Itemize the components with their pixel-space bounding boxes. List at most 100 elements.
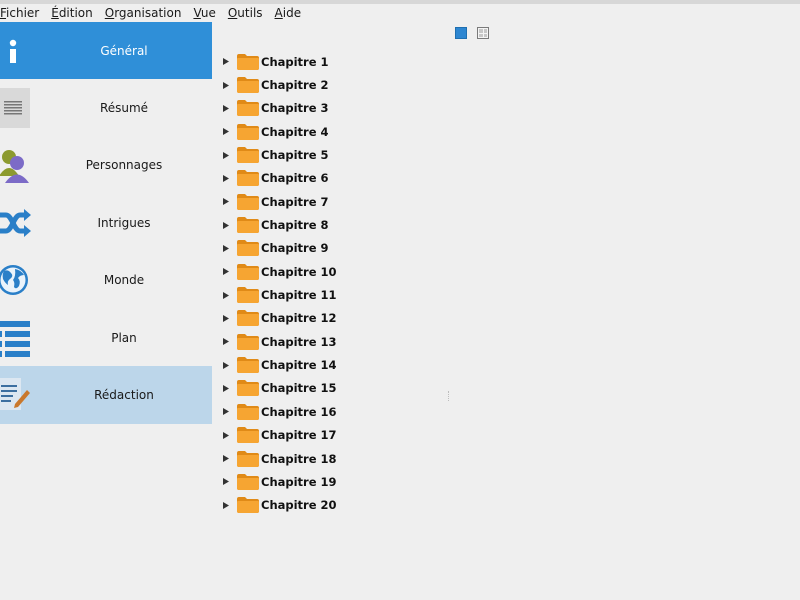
tree-row-chapter[interactable]: Chapitre 6 (218, 167, 778, 190)
chapter-label: Chapitre 20 (261, 498, 337, 513)
menu-label-rest: dition (58, 6, 93, 20)
tree-row-chapter[interactable]: Chapitre 17 (218, 424, 778, 447)
tree-row-chapter[interactable]: Chapitre 12 (218, 307, 778, 330)
expand-arrow-icon[interactable] (218, 124, 234, 140)
chapter-label: Chapitre 17 (261, 428, 337, 443)
expand-arrow-icon[interactable] (218, 194, 234, 210)
menu-vue[interactable]: Vue (187, 6, 221, 20)
expand-arrow-icon[interactable] (218, 357, 234, 373)
view-toggle-group (455, 27, 489, 39)
chapter-label: Chapitre 5 (261, 148, 329, 163)
expand-arrow-icon[interactable] (218, 310, 234, 326)
tree-row-chapter[interactable]: Chapitre 8 (218, 213, 778, 236)
info-icon (0, 31, 32, 71)
tree-row-chapter[interactable]: Chapitre 19 (218, 470, 778, 493)
chapter-label: Chapitre 12 (261, 311, 337, 326)
sidebar-item-resume[interactable]: Résumé (0, 79, 212, 136)
sidebar-item-plan[interactable]: Plan (0, 309, 212, 366)
expand-arrow-icon[interactable] (218, 240, 234, 256)
folder-icon (237, 53, 259, 70)
tree-row-chapter[interactable]: Chapitre 1 (218, 50, 778, 73)
folder-icon (237, 240, 259, 257)
folder-icon (237, 427, 259, 444)
menu-mnemonic: O (227, 6, 238, 20)
expand-arrow-icon[interactable] (218, 54, 234, 70)
chapter-label: Chapitre 11 (261, 288, 337, 303)
tree-row-chapter[interactable]: Chapitre 2 (218, 73, 778, 96)
tree-row-chapter[interactable]: Chapitre 9 (218, 237, 778, 260)
chapter-label: Chapitre 19 (261, 474, 337, 489)
menu-outils[interactable]: Outils (222, 6, 269, 20)
expand-arrow-icon[interactable] (218, 427, 234, 443)
expand-arrow-icon[interactable] (218, 334, 234, 350)
tree-row-chapter[interactable]: Chapitre 11 (218, 283, 778, 306)
tree-row-chapter[interactable]: Chapitre 16 (218, 400, 778, 423)
tree-row-chapter[interactable]: Chapitre 15 (218, 377, 778, 400)
menu-label-rest: utils (237, 6, 263, 20)
sidebar-item-label: Personnages (85, 158, 163, 173)
sidebar-item-intrigues[interactable]: Intrigues (0, 194, 212, 251)
splitter-handle[interactable] (448, 391, 450, 401)
menubar: Fichier Édition Organisation Vue Outils … (0, 4, 800, 22)
grid-view-icon[interactable] (477, 27, 489, 39)
chapter-label: Chapitre 15 (261, 381, 337, 396)
expand-arrow-icon[interactable] (218, 287, 234, 303)
expand-arrow-icon[interactable] (218, 264, 234, 280)
folder-icon (237, 287, 259, 304)
tree-row-chapter[interactable]: Chapitre 3 (218, 97, 778, 120)
sidebar-item-label: Résumé (99, 101, 149, 116)
tree-row-chapter[interactable]: Chapitre 5 (218, 143, 778, 166)
sidebar-item-label: Plan (111, 330, 137, 345)
chapter-label: Chapitre 6 (261, 171, 329, 186)
folder-icon (237, 450, 259, 467)
folder-icon (237, 473, 259, 490)
menu-mnemonic: É (51, 6, 59, 20)
expand-arrow-icon[interactable] (218, 451, 234, 467)
menu-label-rest: rganisation (114, 6, 182, 20)
outline-icon (0, 318, 32, 358)
chapter-label: Chapitre 14 (261, 358, 337, 373)
menu-aide[interactable]: Aide (269, 6, 308, 20)
tree-row-chapter[interactable]: Chapitre 4 (218, 120, 778, 143)
menu-mnemonic: V (193, 6, 201, 20)
expand-arrow-icon[interactable] (218, 217, 234, 233)
folder-icon (237, 77, 259, 94)
sidebar-item-redaction[interactable]: Rédaction (0, 366, 212, 424)
chapter-label: Chapitre 18 (261, 451, 337, 466)
folder-icon (237, 497, 259, 514)
sidebar-item-monde[interactable]: Monde (0, 252, 212, 309)
sidebar-item-personnages[interactable]: Personnages (0, 137, 212, 194)
tree-row-chapter[interactable]: Chapitre 7 (218, 190, 778, 213)
expand-arrow-icon[interactable] (218, 170, 234, 186)
menu-fichier[interactable]: Fichier (0, 6, 45, 20)
menu-edition[interactable]: Édition (45, 6, 99, 20)
chapter-label: Chapitre 4 (261, 124, 329, 139)
chapter-label: Chapitre 16 (261, 404, 337, 419)
list-view-icon[interactable] (455, 27, 467, 39)
tree-row-chapter[interactable]: Chapitre 13 (218, 330, 778, 353)
folder-icon (237, 380, 259, 397)
summary-icon (0, 88, 32, 129)
folder-icon (237, 263, 259, 280)
expand-arrow-icon[interactable] (218, 380, 234, 396)
chapter-label: Chapitre 2 (261, 78, 329, 93)
folder-icon (237, 403, 259, 420)
expand-arrow-icon[interactable] (218, 404, 234, 420)
chapter-label: Chapitre 10 (261, 264, 337, 279)
sidebar-item-general[interactable]: Général (0, 22, 212, 80)
menu-mnemonic: A (274, 6, 283, 20)
chapter-label: Chapitre 9 (261, 241, 329, 256)
expand-arrow-icon[interactable] (218, 100, 234, 116)
expand-arrow-icon[interactable] (218, 474, 234, 490)
expand-arrow-icon[interactable] (218, 147, 234, 163)
sidebar-item-label: Intrigues (97, 215, 151, 230)
tree-row-chapter[interactable]: Chapitre 14 (218, 353, 778, 376)
characters-icon (0, 145, 32, 185)
tree-row-chapter[interactable]: Chapitre 18 (218, 447, 778, 470)
expand-arrow-icon[interactable] (218, 497, 234, 513)
expand-arrow-icon[interactable] (218, 77, 234, 93)
menu-organisation[interactable]: Organisation (99, 6, 188, 20)
tree-row-chapter[interactable]: Chapitre 20 (218, 494, 778, 517)
folder-icon (237, 333, 259, 350)
tree-row-chapter[interactable]: Chapitre 10 (218, 260, 778, 283)
